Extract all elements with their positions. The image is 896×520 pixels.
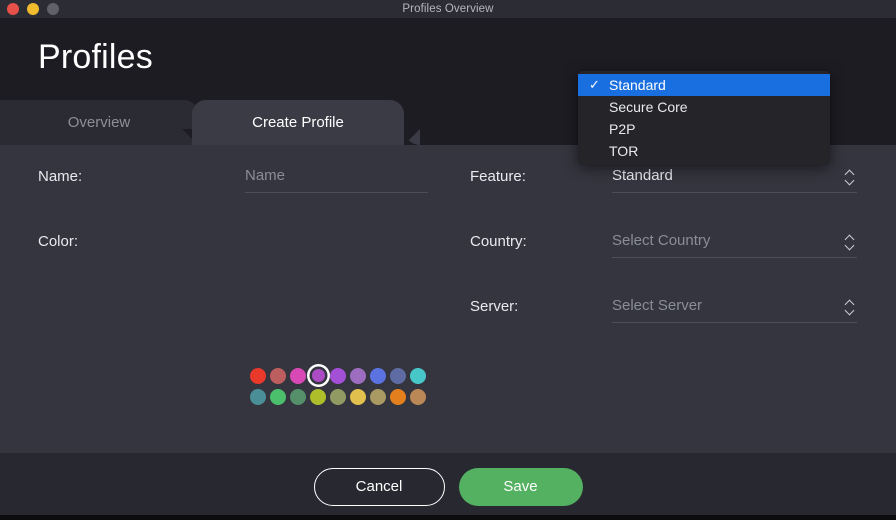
color-swatch[interactable] (388, 386, 408, 407)
close-window-button[interactable] (7, 3, 19, 15)
create-profile-form: Name: Name Color: Feature: Standard Coun… (0, 145, 896, 453)
color-label: Color: (38, 233, 79, 250)
color-swatch-dot[interactable] (311, 369, 325, 382)
feature-menu-item-label: P2P (609, 121, 636, 137)
color-swatch-dot[interactable] (310, 388, 326, 405)
feature-menu-item[interactable]: P2P (578, 118, 830, 140)
color-swatch-dot[interactable] (370, 367, 386, 384)
server-select[interactable]: Select Server (612, 293, 857, 323)
color-swatch-dot[interactable] (250, 388, 266, 405)
color-swatch[interactable] (368, 365, 388, 386)
color-swatch[interactable] (248, 386, 268, 407)
tab-overview-label: Overview (67, 114, 131, 131)
color-swatch-dot[interactable] (350, 367, 366, 384)
feature-dropdown-menu[interactable]: ✓ Standard Secure Core P2P TOR (578, 71, 830, 165)
color-swatch-dot[interactable] (250, 367, 266, 384)
color-swatch[interactable] (248, 365, 268, 386)
zoom-window-button[interactable] (47, 3, 59, 15)
color-swatch[interactable] (308, 386, 328, 407)
color-swatch[interactable] (408, 365, 428, 386)
color-swatch[interactable] (348, 386, 368, 407)
color-swatch[interactable] (328, 365, 348, 386)
feature-select[interactable]: Standard (612, 163, 857, 193)
color-swatch[interactable] (388, 365, 408, 386)
feature-menu-item[interactable]: Secure Core (578, 96, 830, 118)
country-select-placeholder: Select Country (612, 232, 711, 249)
color-swatch[interactable] (288, 365, 308, 386)
color-swatch-dot[interactable] (410, 388, 426, 405)
color-swatch-dot[interactable] (410, 367, 426, 384)
feature-menu-item-label: Standard (609, 77, 666, 93)
footer-bar: Cancel Save (0, 453, 896, 520)
color-swatch-dot[interactable] (350, 388, 366, 405)
server-label: Server: (470, 298, 519, 315)
minimize-window-button[interactable] (27, 3, 39, 15)
tab-create-profile-label: Create Profile (252, 114, 344, 131)
color-swatch[interactable] (348, 365, 368, 386)
traffic-light-group (7, 0, 59, 18)
color-swatch-grid[interactable] (248, 365, 428, 407)
app-window: Profiles Overview Profiles Overview Crea… (0, 0, 896, 520)
color-swatch-dot[interactable] (330, 367, 346, 384)
color-swatch[interactable] (368, 386, 388, 407)
save-button-label: Save (503, 478, 538, 495)
feature-select-value: Standard (612, 167, 673, 184)
color-swatch-dot[interactable] (270, 388, 286, 405)
feature-stepper-icon[interactable] (844, 166, 855, 186)
server-select-placeholder: Select Server (612, 297, 703, 314)
color-swatch-dot[interactable] (270, 367, 286, 384)
color-swatch[interactable] (408, 386, 428, 407)
color-swatch-dot[interactable] (370, 388, 386, 405)
cancel-button[interactable]: Cancel (313, 467, 445, 506)
color-swatch-dot[interactable] (330, 388, 346, 405)
feature-label: Feature: (470, 168, 526, 185)
title-bar: Profiles Overview (0, 0, 896, 18)
color-swatch[interactable] (268, 386, 288, 407)
tab-skirt-right (404, 129, 420, 145)
country-select[interactable]: Select Country (612, 228, 857, 258)
tab-create-profile[interactable]: Create Profile (192, 100, 404, 145)
color-swatch-dot[interactable] (390, 367, 406, 384)
window-title: Profiles Overview (402, 3, 494, 15)
tab-overview[interactable]: Overview (0, 100, 198, 145)
server-stepper-icon[interactable] (844, 296, 855, 316)
color-swatch[interactable] (308, 365, 328, 386)
window-bottom-edge (0, 515, 896, 520)
page-title: Profiles (38, 38, 153, 76)
color-swatch[interactable] (328, 386, 348, 407)
feature-menu-item[interactable]: TOR (578, 140, 830, 162)
color-swatch[interactable] (288, 386, 308, 407)
feature-menu-item[interactable]: ✓ Standard (578, 74, 830, 96)
name-input-placeholder: Name (245, 167, 286, 184)
feature-menu-item-label: Secure Core (609, 99, 688, 115)
color-swatch-dot[interactable] (290, 388, 306, 405)
check-icon: ✓ (589, 77, 600, 92)
country-label: Country: (470, 233, 527, 250)
name-label: Name: (38, 168, 83, 185)
color-swatch-dot[interactable] (290, 367, 306, 384)
cancel-button-label: Cancel (355, 478, 403, 495)
country-stepper-icon[interactable] (844, 231, 855, 251)
color-swatch[interactable] (268, 365, 288, 386)
feature-menu-item-label: TOR (609, 143, 639, 159)
save-button[interactable]: Save (458, 467, 583, 506)
color-swatch-dot[interactable] (390, 388, 406, 405)
name-input[interactable]: Name (245, 163, 428, 193)
